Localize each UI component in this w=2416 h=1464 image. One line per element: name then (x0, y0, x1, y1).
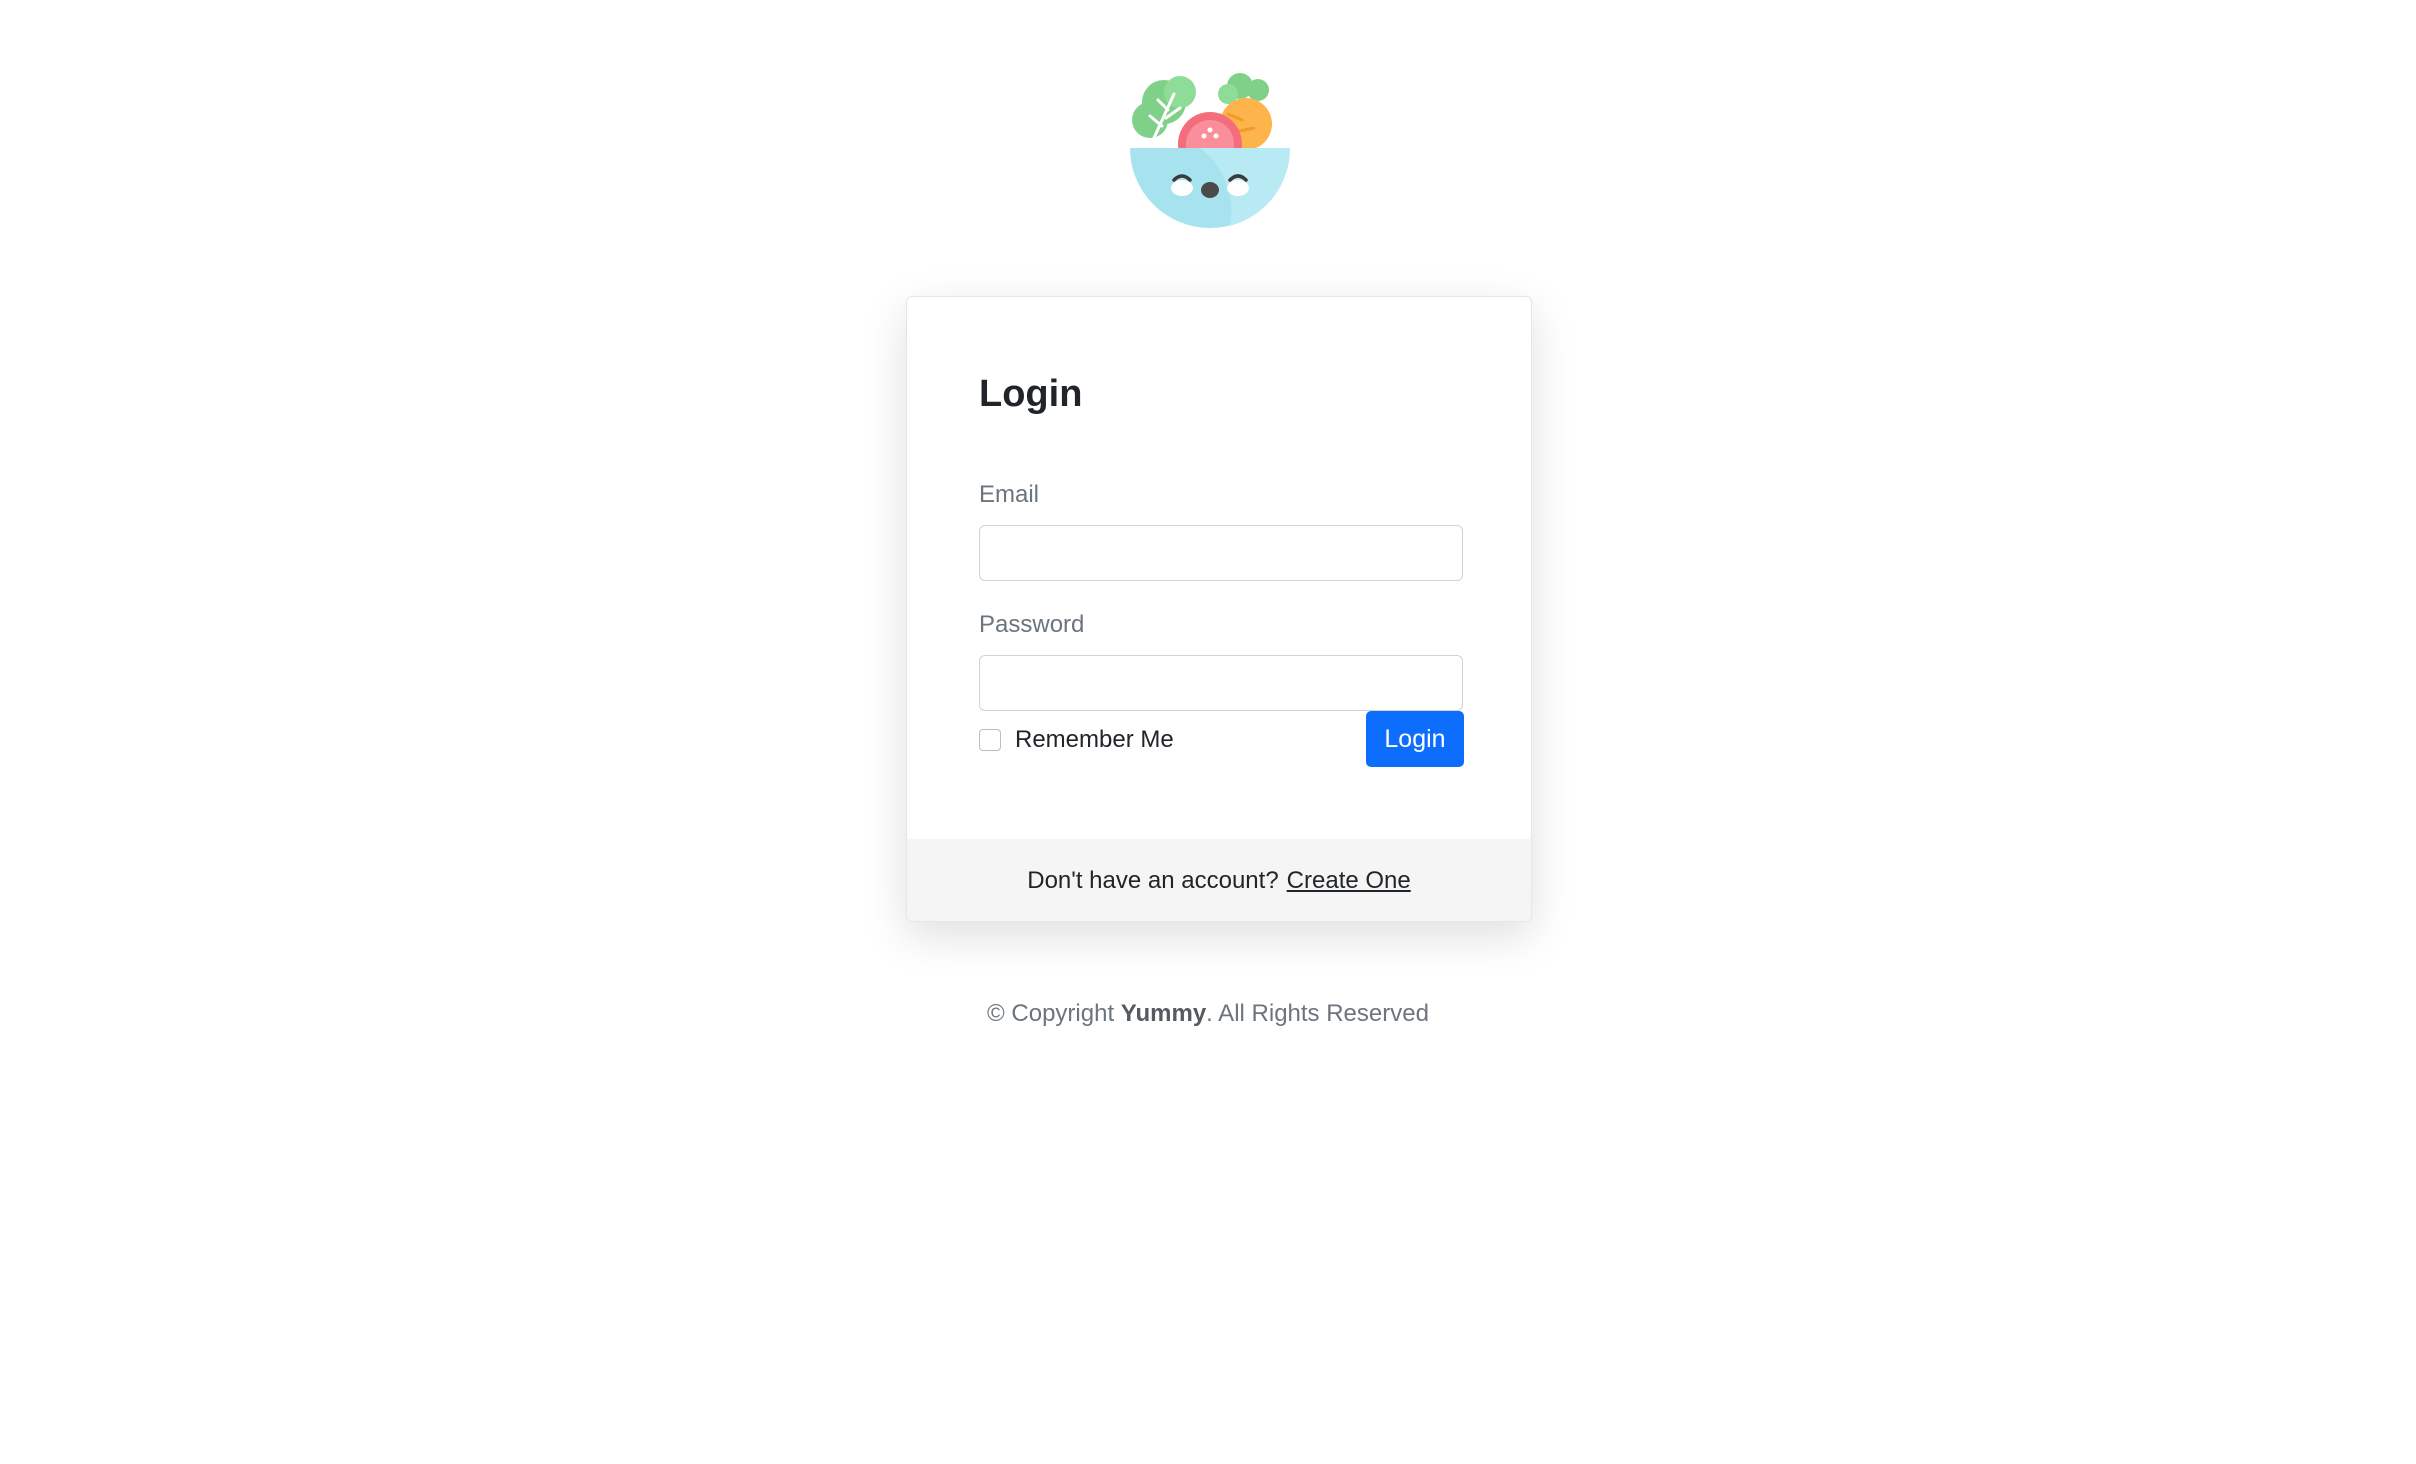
remember-me-checkbox[interactable] (979, 729, 1001, 751)
card-footer: Don't have an account? Create One (907, 839, 1531, 921)
password-label: Password (979, 611, 1085, 638)
login-title: Login (979, 373, 1083, 415)
login-card-body: Login Email Password Remember Me Login (907, 297, 1531, 839)
copyright-brand: Yummy (1120, 1000, 1207, 1027)
login-card: Login Email Password Remember Me Login D… (906, 296, 1532, 922)
email-input[interactable] (979, 525, 1463, 581)
remember-me-label[interactable]: Remember Me (1015, 726, 1174, 754)
email-label: Email (979, 481, 1040, 508)
remember-me[interactable]: Remember Me (979, 725, 1174, 755)
login-page: Login Email Password Remember Me Login D… (0, 0, 2416, 1464)
login-button[interactable]: Login (1366, 711, 1464, 767)
copyright-suffix: . All Rights Reserved (1206, 1000, 1429, 1027)
salad-bowl-logo-icon (1130, 68, 1291, 228)
password-input[interactable] (979, 655, 1463, 711)
signup-prompt: Don't have an account? (1027, 867, 1279, 894)
copyright: © Copyright Yummy. All Rights Reserved (0, 1000, 2416, 1028)
copyright-prefix: © Copyright (987, 1000, 1115, 1027)
create-account-link[interactable]: Create One (1287, 867, 1411, 895)
